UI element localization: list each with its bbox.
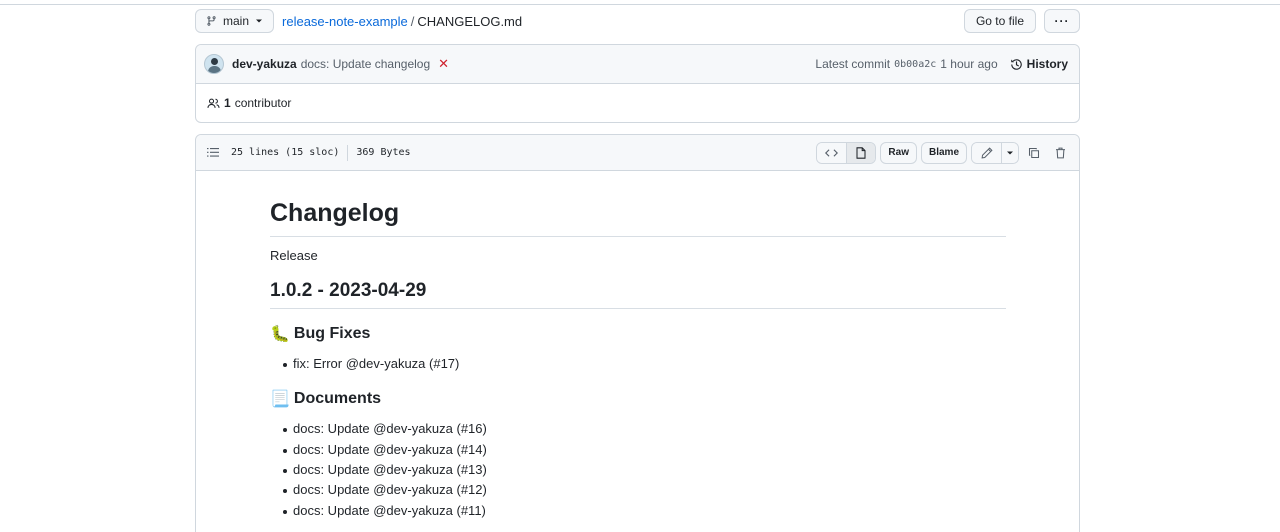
view-toggle xyxy=(816,141,877,164)
file-path-bar: main release-note-example / CHANGELOG.md… xyxy=(195,9,1080,33)
list-item: docs: Update @dev-yakuza (#16) xyxy=(283,419,1006,439)
people-icon xyxy=(207,98,220,108)
documents-list: docs: Update @dev-yakuza (#16) docs: Upd… xyxy=(270,419,1006,521)
history-label: History xyxy=(1026,57,1068,71)
contributors-row[interactable]: 1 contributor xyxy=(196,84,1079,122)
contributor-label: contributor xyxy=(234,96,292,110)
file-info-divider xyxy=(347,144,349,161)
path-actions: Go to file ··· xyxy=(963,9,1080,33)
repo-link[interactable]: release-note-example xyxy=(282,14,408,29)
branch-selector[interactable]: main xyxy=(195,9,275,33)
edit-dropdown-button[interactable] xyxy=(1001,142,1018,163)
history-link[interactable]: History xyxy=(1010,57,1068,71)
caret-down-icon xyxy=(256,19,263,23)
file-size: 369 Bytes xyxy=(356,147,411,158)
version-heading: 1.0.2 - 2023-04-29 xyxy=(270,280,1006,309)
copy-button[interactable] xyxy=(1023,142,1045,164)
latest-commit-label: Latest commit xyxy=(815,57,891,71)
more-options-button[interactable]: ··· xyxy=(1044,9,1080,33)
trash-icon xyxy=(1055,147,1065,158)
file-name: CHANGELOG.md xyxy=(417,13,523,29)
doc-title: Changelog xyxy=(270,199,1006,237)
list-item: docs: Update @dev-yakuza (#11) xyxy=(283,501,1006,521)
breadcrumb: release-note-example / CHANGELOG.md xyxy=(282,14,522,29)
edit-button[interactable] xyxy=(972,142,1001,163)
pencil-icon xyxy=(981,146,993,158)
outline-icon[interactable] xyxy=(207,147,219,158)
caret-down-icon xyxy=(1007,151,1013,154)
file-icon xyxy=(856,146,866,159)
bug-icon: 🐛 xyxy=(270,325,290,343)
raw-button[interactable]: Raw xyxy=(880,141,917,164)
bug-fixes-heading: 🐛 Bug Fixes xyxy=(270,324,1006,344)
check-failed-icon[interactable]: ✕ xyxy=(438,56,449,72)
delete-button[interactable] xyxy=(1049,142,1071,164)
copy-icon xyxy=(1028,147,1040,158)
commit-sha[interactable]: 0b00a2c xyxy=(894,59,936,70)
file-viewer: 25 lines (15 sloc) 369 Bytes Raw Blame C… xyxy=(195,134,1080,532)
blame-button[interactable]: Blame xyxy=(920,141,967,164)
commit-row: dev-yakuza docs: Update changelog ✕ Late… xyxy=(196,45,1079,84)
line-count: 25 lines (15 sloc) xyxy=(231,147,340,158)
file-info: 25 lines (15 sloc) 369 Bytes xyxy=(231,144,411,161)
documents-title: Documents xyxy=(293,390,382,408)
breadcrumb-separator: / xyxy=(410,13,415,29)
list-item: fix: Error @dev-yakuza (#17) xyxy=(283,354,1006,374)
branch-name: main xyxy=(223,14,250,28)
bug-fixes-list: fix: Error @dev-yakuza (#17) xyxy=(270,354,1006,374)
doc-intro: Release xyxy=(270,247,318,263)
avatar[interactable] xyxy=(204,54,224,74)
commit-meta: Latest commit 0b00a2c 1 hour ago History xyxy=(815,57,1068,71)
edit-group xyxy=(971,141,1019,164)
latest-commit-box: dev-yakuza docs: Update changelog ✕ Late… xyxy=(195,44,1080,123)
list-item: docs: Update @dev-yakuza (#13) xyxy=(283,460,1006,480)
contributor-count: 1 xyxy=(224,96,231,110)
list-item: docs: Update @dev-yakuza (#14) xyxy=(283,440,1006,460)
bug-fixes-title: Bug Fixes xyxy=(293,324,371,342)
git-branch-icon xyxy=(207,16,216,26)
commit-author[interactable]: dev-yakuza xyxy=(232,57,297,71)
top-divider xyxy=(0,4,1280,5)
commit-time: 1 hour ago xyxy=(940,57,998,71)
list-item: docs: Update @dev-yakuza (#12) xyxy=(283,480,1006,500)
code-view-button[interactable] xyxy=(817,142,847,163)
documents-heading: 📃 Documents xyxy=(270,389,1006,409)
file-header: 25 lines (15 sloc) 369 Bytes Raw Blame xyxy=(196,135,1079,171)
markdown-body: Changelog Release 1.0.2 - 2023-04-29 🐛 B… xyxy=(270,171,1006,521)
history-icon xyxy=(1010,58,1022,70)
commit-message[interactable]: docs: Update changelog xyxy=(301,57,430,71)
document-icon: 📃 xyxy=(270,391,290,409)
preview-view-button[interactable] xyxy=(846,142,876,163)
file-toolbar: Raw Blame xyxy=(816,141,1071,164)
go-to-file-button[interactable]: Go to file xyxy=(963,9,1036,33)
code-icon xyxy=(825,148,839,157)
